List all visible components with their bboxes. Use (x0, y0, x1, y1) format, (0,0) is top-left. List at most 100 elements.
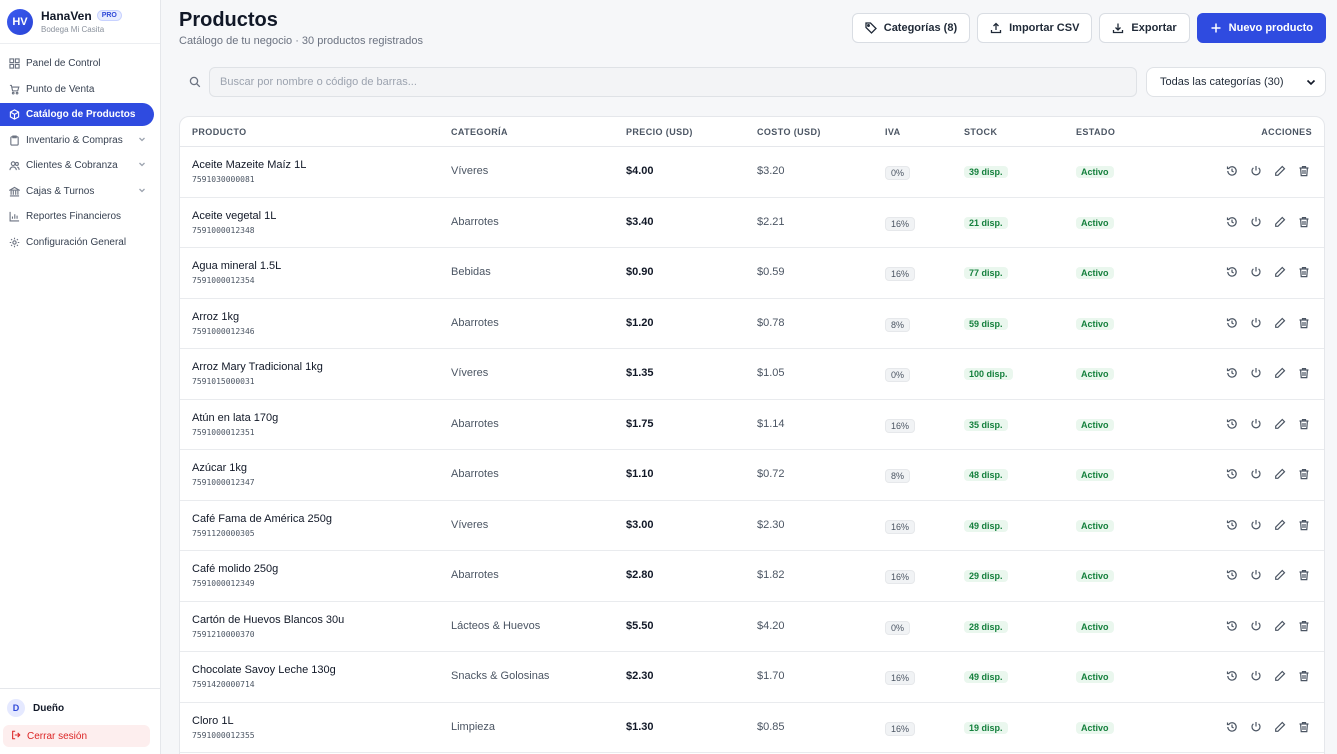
pencil-icon[interactable] (1274, 317, 1286, 329)
product-price: $1.20 (626, 316, 654, 329)
table-row[interactable]: Chocolate Savoy Leche 130g 7591420000714… (180, 652, 1324, 703)
trash-icon[interactable] (1298, 418, 1310, 430)
power-icon[interactable] (1250, 519, 1262, 531)
power-icon[interactable] (1250, 569, 1262, 581)
sidebar-item-cajas-turnos[interactable]: Cajas & Turnos (0, 180, 154, 203)
column-header-stock[interactable]: STOCK (964, 127, 997, 137)
iva-badge: 16% (885, 570, 916, 584)
pencil-icon[interactable] (1274, 165, 1286, 177)
history-icon[interactable] (1226, 266, 1238, 278)
column-header-costo[interactable]: COSTO (USD) (757, 127, 821, 137)
trash-icon[interactable] (1298, 670, 1310, 682)
trash-icon[interactable] (1298, 519, 1310, 531)
trash-icon[interactable] (1298, 216, 1310, 228)
power-icon[interactable] (1250, 216, 1262, 228)
pencil-icon[interactable] (1274, 519, 1286, 531)
table-row[interactable]: Arroz Mary Tradicional 1kg 7591015000031… (180, 349, 1324, 400)
row-actions (1226, 367, 1310, 379)
table-row[interactable]: Aceite vegetal 1L 7591000012348 Abarrote… (180, 198, 1324, 248)
column-header-precio[interactable]: PRECIO (USD) (626, 127, 693, 137)
product-cost: $0.72 (757, 468, 785, 480)
status-badge: Activo (1076, 418, 1114, 431)
power-icon[interactable] (1250, 418, 1262, 430)
history-icon[interactable] (1226, 418, 1238, 430)
sidebar-item-inventario-compras[interactable]: Inventario & Compras (0, 129, 154, 152)
export-button[interactable]: Exportar (1099, 13, 1190, 43)
new-product-button[interactable]: Nuevo producto (1196, 13, 1326, 43)
trash-icon[interactable] (1298, 468, 1310, 480)
status-badge: Activo (1076, 216, 1114, 229)
pencil-icon[interactable] (1274, 721, 1286, 733)
pencil-icon[interactable] (1274, 569, 1286, 581)
brand-logo: HV (7, 8, 33, 35)
stock-badge: 100 disp. (964, 368, 1013, 380)
table-row[interactable]: Arroz 1kg 7591000012346 Abarrotes $1.20 … (180, 299, 1324, 349)
search-input[interactable] (209, 67, 1137, 97)
table-row[interactable]: Cartón de Huevos Blancos 30u 75912100003… (180, 602, 1324, 652)
history-icon[interactable] (1226, 216, 1238, 228)
trash-icon[interactable] (1298, 569, 1310, 581)
logout-button[interactable]: Cerrar sesión (3, 725, 150, 747)
sidebar-item-label: Configuración General (26, 236, 127, 248)
pencil-icon[interactable] (1274, 670, 1286, 682)
power-icon[interactable] (1250, 165, 1262, 177)
power-icon[interactable] (1250, 620, 1262, 632)
power-icon[interactable] (1250, 317, 1262, 329)
power-icon[interactable] (1250, 468, 1262, 480)
sidebar-item-panel-de-control[interactable]: Panel de Control (0, 52, 154, 75)
stock-badge: 49 disp. (964, 519, 1008, 532)
iva-badge: 8% (885, 469, 911, 483)
sidebar-item-clientes-cobranza[interactable]: Clientes & Cobranza (0, 154, 154, 177)
chevron-down-icon (138, 160, 146, 170)
trash-icon[interactable] (1298, 721, 1310, 733)
pencil-icon[interactable] (1274, 620, 1286, 632)
table-row[interactable]: Atún en lata 170g 7591000012351 Abarrote… (180, 400, 1324, 450)
category-filter-select[interactable]: Todas las categorías (30) (1146, 67, 1326, 97)
product-name: Chocolate Savoy Leche 130g (192, 664, 336, 676)
history-icon[interactable] (1226, 670, 1238, 682)
table-row[interactable]: Café molido 250g 7591000012349 Abarrotes… (180, 551, 1324, 602)
trash-icon[interactable] (1298, 317, 1310, 329)
history-icon[interactable] (1226, 620, 1238, 632)
pencil-icon[interactable] (1274, 216, 1286, 228)
column-header-estado[interactable]: ESTADO (1076, 127, 1115, 137)
categories-button[interactable]: Categorías (8) (851, 13, 971, 43)
power-icon[interactable] (1250, 670, 1262, 682)
trash-icon[interactable] (1298, 367, 1310, 379)
pencil-icon[interactable] (1274, 418, 1286, 430)
sidebar-item-catalogo-de-productos[interactable]: Catálogo de Productos (0, 103, 154, 126)
table-row[interactable]: Agua mineral 1.5L 7591000012354 Bebidas … (180, 248, 1324, 299)
column-header-categoria[interactable]: CATEGORÍA (451, 127, 508, 137)
sidebar-footer: D Dueño Cerrar sesión (0, 688, 160, 754)
sidebar-item-configuracion-general[interactable]: Configuración General (0, 231, 154, 254)
status-badge: Activo (1076, 368, 1114, 380)
trash-icon[interactable] (1298, 266, 1310, 278)
trash-icon[interactable] (1298, 620, 1310, 632)
table-row[interactable]: Café Fama de América 250g 7591120000305 … (180, 501, 1324, 551)
row-actions (1226, 418, 1310, 430)
power-icon[interactable] (1250, 367, 1262, 379)
column-header-iva[interactable]: IVA (885, 127, 901, 137)
table-row[interactable]: Azúcar 1kg 7591000012347 Abarrotes $1.10… (180, 450, 1324, 501)
product-category: Víveres (451, 165, 489, 177)
pencil-icon[interactable] (1274, 367, 1286, 379)
table-row[interactable]: Aceite Mazeite Maíz 1L 7591030000081 Vív… (180, 147, 1324, 198)
pencil-icon[interactable] (1274, 468, 1286, 480)
product-name: Arroz Mary Tradicional 1kg (192, 361, 323, 373)
power-icon[interactable] (1250, 721, 1262, 733)
history-icon[interactable] (1226, 468, 1238, 480)
pencil-icon[interactable] (1274, 266, 1286, 278)
sidebar-item-punto-de-venta[interactable]: Punto de Venta (0, 78, 154, 101)
power-icon[interactable] (1250, 266, 1262, 278)
history-icon[interactable] (1226, 367, 1238, 379)
history-icon[interactable] (1226, 519, 1238, 531)
history-icon[interactable] (1226, 165, 1238, 177)
column-header-producto[interactable]: PRODUCTO (192, 127, 247, 137)
import-csv-button[interactable]: Importar CSV (977, 13, 1093, 43)
history-icon[interactable] (1226, 721, 1238, 733)
trash-icon[interactable] (1298, 165, 1310, 177)
history-icon[interactable] (1226, 569, 1238, 581)
sidebar-item-reportes-financieros[interactable]: Reportes Financieros (0, 205, 154, 228)
table-row[interactable]: Cloro 1L 7591000012355 Limpieza $1.30 $0… (180, 703, 1324, 753)
history-icon[interactable] (1226, 317, 1238, 329)
